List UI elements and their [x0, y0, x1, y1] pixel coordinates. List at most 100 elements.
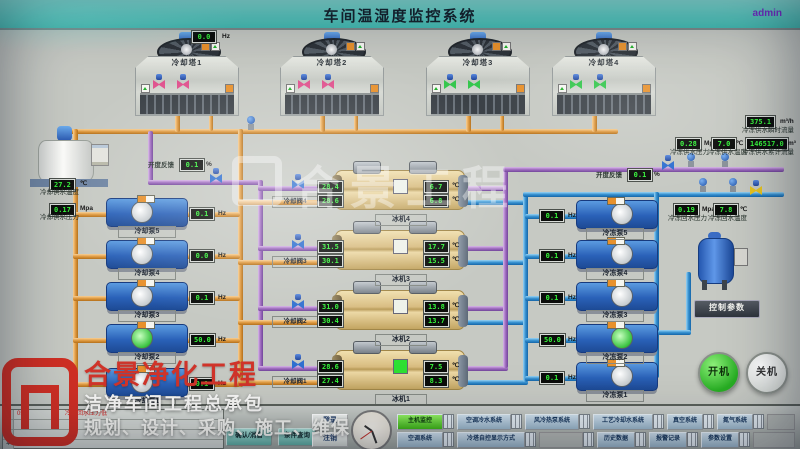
chiller-panel — [393, 239, 408, 254]
chilled-pump-3[interactable] — [576, 282, 658, 311]
cooling-pump-3[interactable] — [106, 282, 188, 311]
tower-valve-icon[interactable] — [177, 74, 189, 89]
pump-label: 冷冻泵1 — [586, 390, 644, 402]
title-bar: 车间温湿度监控系统 admin — [0, 0, 800, 30]
pump-hz-display: 0.1 — [190, 208, 214, 220]
condenser-valve-label: 冷却阀3 — [272, 256, 318, 268]
nav-ac-system[interactable]: 空调系统 — [397, 432, 443, 448]
status-indicator — [356, 42, 365, 51]
nav-main-monitor[interactable]: 主机监控 — [397, 414, 443, 430]
tower-valve-icon[interactable] — [594, 74, 606, 89]
chilled-pump-4[interactable] — [576, 240, 658, 269]
cooling-pump-4[interactable] — [106, 240, 188, 269]
tower-grille — [431, 93, 525, 115]
pipe — [686, 272, 691, 333]
percent-unit: % — [206, 162, 212, 169]
condenser-valve-icon[interactable] — [292, 354, 304, 369]
pump-label: 冷冻泵5 — [586, 228, 644, 240]
hz-unit: Hz — [568, 337, 576, 344]
tower-valve-icon[interactable] — [322, 74, 334, 89]
tower-valve-icon[interactable] — [153, 74, 165, 89]
nav-disabled[interactable] — [539, 432, 583, 448]
cooling-pump-5[interactable] — [106, 198, 188, 227]
tower-valve-icon[interactable] — [444, 74, 456, 89]
hz-unit: Hz — [222, 34, 230, 41]
tank-body — [38, 140, 94, 182]
status-indicator — [141, 84, 150, 93]
query-button[interactable]: 条件查询 — [278, 428, 316, 446]
hz-unit: Hz — [568, 213, 576, 220]
valve-feedback-label: 开度反馈 — [148, 163, 174, 170]
nav-indicator — [635, 432, 646, 447]
chiller-label: 冰机4 — [375, 214, 427, 226]
control-valve-icon[interactable] — [210, 168, 222, 183]
cooling-pump-1[interactable] — [106, 368, 188, 397]
tower-valve-icon[interactable] — [298, 74, 310, 89]
nav-alarm-log[interactable]: 报警记录 — [649, 432, 687, 448]
tower-valve-icon[interactable] — [468, 74, 480, 89]
tower-grille — [140, 93, 234, 115]
nav-disabled[interactable] — [767, 414, 795, 430]
celsius-unit: ℃ — [452, 317, 459, 324]
nav-tower-auto-display[interactable]: 冷塔自控显示方式 — [457, 432, 525, 448]
hz-unit: Hz — [568, 295, 576, 302]
hz-unit: Hz — [218, 295, 226, 302]
tank-leg — [702, 280, 707, 290]
pump-hz-display: 0.1 — [540, 250, 564, 262]
shutoff-valve-icon[interactable] — [750, 180, 762, 195]
minute-hand — [371, 430, 377, 443]
login-button[interactable]: 登录 — [312, 414, 348, 429]
pump-hz-display: 0.1 — [540, 292, 564, 304]
stop-button[interactable]: 关机 — [746, 352, 788, 394]
nav-history[interactable]: 历史数据 — [597, 432, 635, 448]
chw-flow-label: 冷冻供水瞬时流量 — [742, 128, 794, 135]
chiller-panel — [393, 299, 408, 314]
condenser-valve-icon[interactable] — [292, 234, 304, 249]
chiller-label: 冰机3 — [375, 274, 427, 286]
percent-unit: % — [654, 172, 660, 179]
celsius-unit: ℃ — [452, 363, 459, 370]
cw-in-display: 28.6 — [318, 361, 343, 373]
nav-vacuum[interactable]: 真空系统 — [667, 414, 703, 430]
nav-indicator — [525, 432, 536, 447]
status-indicator — [346, 42, 355, 51]
watermark-logo-icon — [232, 156, 282, 206]
cooling-pump-2[interactable] — [106, 324, 188, 353]
nav-disabled[interactable] — [753, 432, 795, 448]
celsius-unit: ℃ — [452, 377, 459, 384]
start-button[interactable]: 开机 — [698, 352, 740, 394]
nav-process-cooling[interactable]: 工艺冷却水系统 — [593, 414, 653, 430]
valve-feedback-display: 0.1 — [180, 159, 204, 171]
pipe — [465, 320, 528, 325]
hz-unit: Hz — [568, 375, 576, 382]
nav-param-settings[interactable]: 参数设置 — [701, 432, 739, 448]
tower-valve-icon[interactable] — [570, 74, 582, 89]
ack-mute-button[interactable]: 确认/消音 — [226, 428, 272, 446]
bottom-bar: 1 05:3 冷冻回水压力低 2 3 4 确认/消音 条件查询 登录 注销 主机… — [0, 404, 800, 449]
chilled-pump-1[interactable] — [576, 362, 658, 391]
chw-return-display: 8.3 — [424, 375, 448, 387]
hz-unit: Hz — [218, 337, 226, 344]
celsius-unit: ℃ — [452, 243, 459, 250]
tank-motor-icon — [57, 126, 72, 141]
nav-indicator — [443, 432, 454, 447]
tower-label: 冷却塔3 — [426, 59, 530, 67]
pipe — [148, 131, 153, 182]
expansion-tank[interactable] — [694, 232, 746, 292]
chilled-pump-2[interactable] — [576, 324, 658, 353]
chilled-pump-5[interactable] — [576, 200, 658, 229]
control-valve-icon[interactable] — [662, 155, 674, 170]
page-title: 车间温湿度监控系统 — [0, 5, 800, 26]
tower-grille — [285, 93, 379, 115]
cw-out-display: 27.4 — [318, 375, 343, 387]
nav-heat-pump[interactable]: 风冷热泵系统 — [525, 414, 579, 430]
chw-supply-display: 17.7 — [424, 241, 449, 253]
nav-ac-chilled-water[interactable]: 空调冷水系统 — [457, 414, 511, 430]
condenser-valve-icon[interactable] — [292, 294, 304, 309]
chw-supply-display: 13.8 — [424, 301, 449, 313]
nav-nitrogen[interactable]: 氮气系统 — [717, 414, 753, 430]
control-params-button[interactable]: 控制参数 — [694, 300, 760, 318]
logout-button[interactable]: 注销 — [312, 432, 348, 447]
pump-label: 冷却泵2 — [118, 352, 176, 364]
hz-unit: Hz — [218, 381, 226, 388]
